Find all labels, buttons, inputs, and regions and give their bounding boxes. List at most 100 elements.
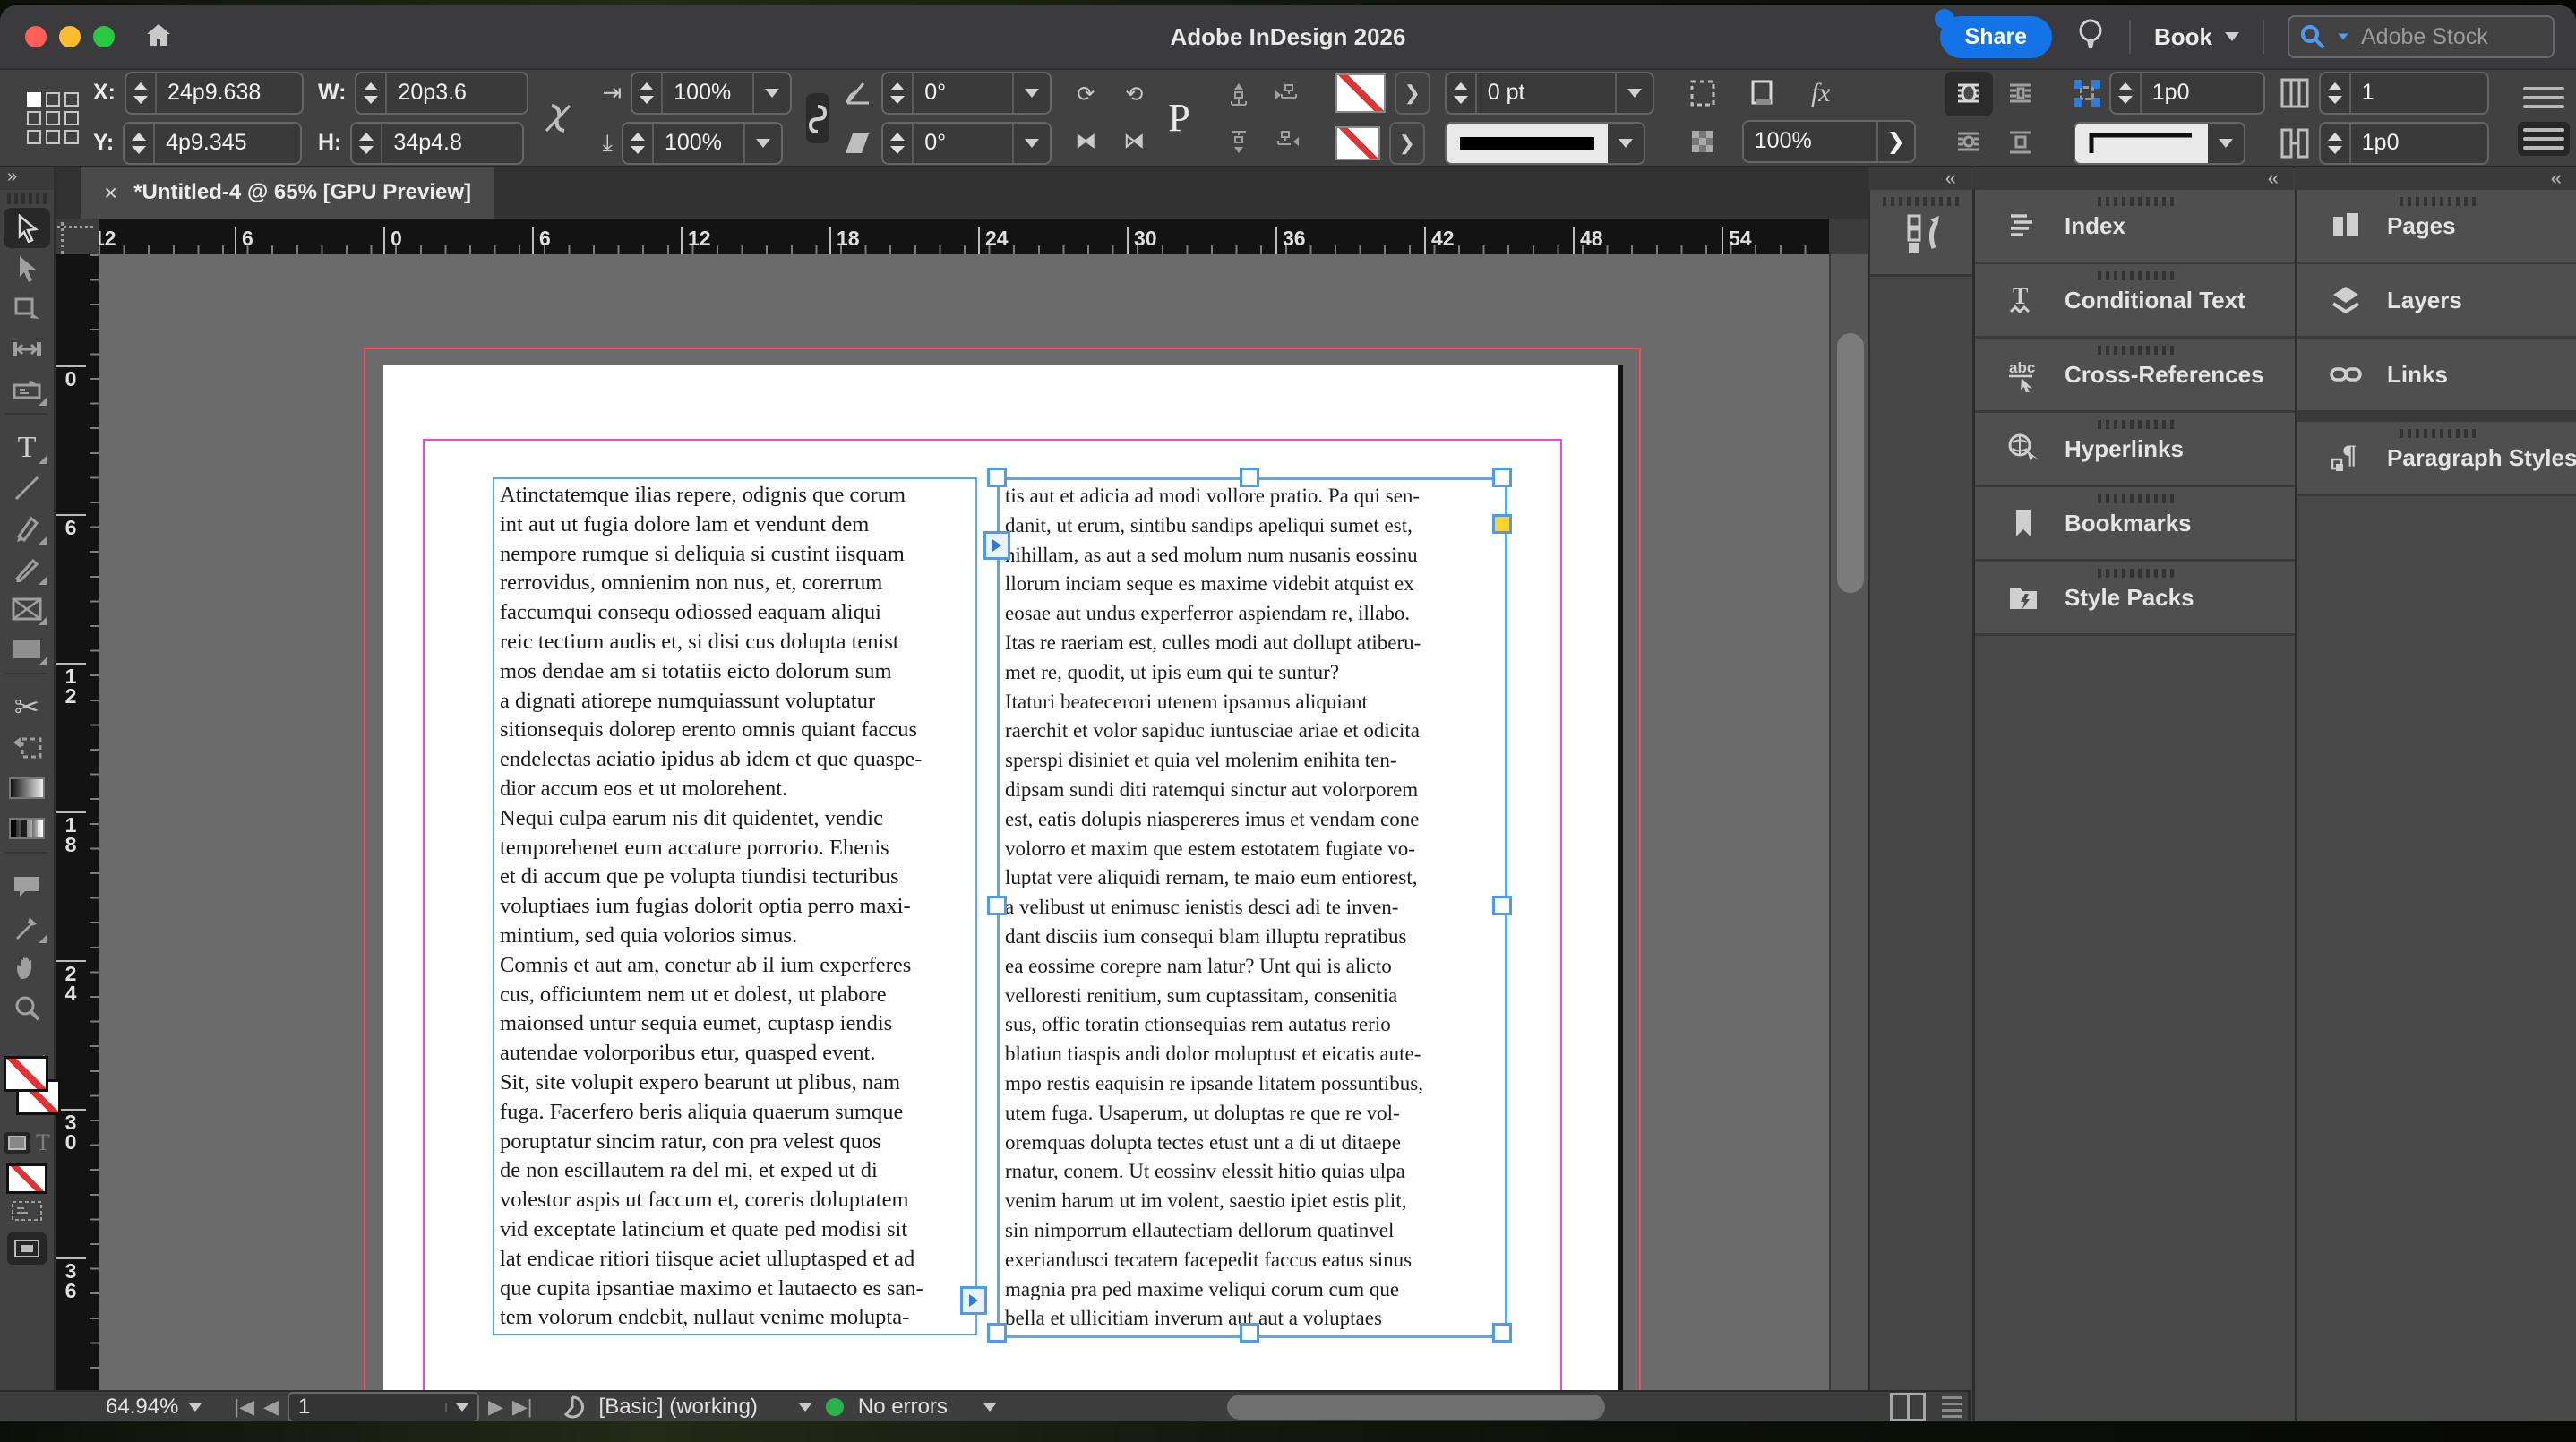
formatting-affects-text-button[interactable]: T — [36, 1129, 50, 1156]
share-button[interactable]: Share — [1934, 8, 2052, 58]
page-number-field[interactable]: 1 — [287, 1392, 479, 1421]
stroke-style-dropdown[interactable] — [1444, 121, 1645, 165]
stroke-swatch-none[interactable] — [1335, 125, 1380, 160]
next-page-button[interactable]: ▶ — [488, 1395, 503, 1419]
w-stepper[interactable] — [356, 73, 388, 113]
pencil-tool[interactable] — [4, 548, 50, 588]
x-position-field[interactable]: 24p9.638 — [125, 71, 304, 115]
stroke-weight-field[interactable]: 0 pt — [1444, 71, 1654, 115]
panel-button-paragraph-styles[interactable]: ¶ Paragraph Styles — [2297, 422, 2576, 496]
no-text-wrap-button[interactable] — [1944, 71, 1993, 116]
panel-button-style-packs[interactable]: Style Packs — [1975, 562, 2297, 636]
drop-shadow-button[interactable] — [1742, 73, 1782, 113]
shear-stepper[interactable] — [883, 123, 914, 163]
corner-radius-field[interactable]: 1p0 — [2108, 71, 2265, 115]
spread-view-icon[interactable] — [1890, 1393, 1926, 1421]
rotation-dropdown[interactable] — [1012, 73, 1050, 113]
select-previous-object-button[interactable] — [1267, 75, 1307, 115]
document-canvas[interactable]: Atinctatemque ilias repere, odignis que … — [99, 254, 1829, 1390]
adobe-stock-search-input[interactable]: Adobe Stock — [2288, 15, 2555, 58]
panel-button-hyperlinks[interactable]: Hyperlinks — [1975, 413, 2297, 487]
eyedropper-tool[interactable] — [4, 906, 50, 947]
close-tab-icon[interactable]: × — [104, 179, 117, 207]
vertical-scrollbar-thumb[interactable] — [1837, 333, 1864, 593]
scale-y-field[interactable]: 100% — [621, 121, 783, 165]
panel-button-cross-references[interactable]: abc Cross-References — [1975, 339, 2297, 413]
flip-vertical-button[interactable]: ⧒ — [1114, 122, 1154, 161]
pen-tool[interactable] — [4, 508, 50, 548]
selection-handle-middle-left[interactable] — [987, 896, 1007, 915]
rotation-angle-field[interactable]: 0° — [881, 71, 1052, 115]
scale-x-dropdown[interactable] — [752, 73, 790, 113]
fill-swatch-none[interactable] — [1335, 73, 1386, 113]
collapsed-panel-button[interactable] — [1870, 190, 1972, 277]
text-frame-in-port[interactable] — [983, 531, 1010, 560]
line-tool[interactable] — [4, 468, 50, 508]
select-container-button[interactable] — [1219, 75, 1258, 115]
rectangle-tool[interactable] — [4, 629, 50, 669]
width-field[interactable]: 20p3.6 — [355, 71, 529, 115]
scale-y-stepper[interactable] — [623, 123, 654, 163]
first-page-button[interactable]: |◀ — [234, 1395, 254, 1419]
stroke-weight-dropdown[interactable] — [1614, 73, 1653, 113]
page-list-dropdown[interactable] — [444, 1403, 477, 1412]
book-dropdown[interactable]: Book — [2154, 23, 2239, 51]
corner-radius-yellow-handle[interactable] — [1492, 514, 1512, 534]
preflight-menu-icon[interactable] — [560, 1395, 585, 1420]
stroke-flyout-button[interactable]: ❯ — [1388, 121, 1425, 165]
scale-y-dropdown[interactable] — [743, 123, 781, 163]
text-frame-column-2-selected[interactable]: tis aut et adicia ad modi vollore pratio… — [997, 477, 1507, 1338]
scale-x-stepper[interactable] — [632, 73, 664, 113]
text-frame-column-1[interactable]: Atinctatemque ilias repere, odignis que … — [493, 477, 977, 1335]
x-stepper[interactable] — [126, 73, 157, 113]
preflight-status-dropdown[interactable]: No errors — [858, 1395, 996, 1420]
horizontal-scrollbar-thumb[interactable] — [1227, 1395, 1605, 1420]
free-transform-tool[interactable] — [4, 727, 50, 768]
panel-button-index[interactable]: Index — [1975, 190, 2297, 264]
panel-button-pages[interactable]: Pages — [2297, 190, 2576, 264]
height-field[interactable]: 34p4.8 — [350, 121, 525, 165]
zoom-tool[interactable] — [4, 987, 50, 1027]
horizontal-ruler[interactable]: 12 6 0 6 12 18 24 30 36 42 48 54 — [99, 219, 1829, 254]
y-position-field[interactable]: 4p9.345 — [123, 121, 303, 165]
selection-handle-top-center[interactable] — [1240, 468, 1259, 487]
text-frame-out-port[interactable] — [960, 1286, 987, 1315]
corner-radius-stepper[interactable] — [2111, 73, 2142, 113]
gap-tool[interactable] — [4, 329, 50, 369]
vertical-ruler[interactable]: 061218243036 — [56, 254, 99, 1390]
document-tab[interactable]: × *Untitled-4 @ 65% [GPU Preview] — [81, 167, 495, 219]
apply-none-button[interactable] — [6, 1163, 47, 1194]
lightbulb-icon[interactable] — [2075, 17, 2106, 57]
corner-shape-dropdown[interactable] — [2073, 121, 2245, 165]
last-page-button[interactable]: ▶| — [512, 1395, 533, 1419]
close-window-button[interactable] — [25, 26, 47, 47]
panel-button-bookmarks[interactable]: Bookmarks — [1975, 487, 2297, 562]
rotation-stepper[interactable] — [883, 73, 914, 113]
ruler-origin-corner[interactable] — [56, 219, 99, 254]
fill-flyout-button[interactable]: ❯ — [1394, 71, 1430, 115]
page-tool[interactable] — [4, 288, 50, 329]
select-next-object-button[interactable] — [1267, 122, 1307, 161]
selection-handle-bottom-center[interactable] — [1240, 1323, 1259, 1343]
panel-button-layers[interactable]: Layers — [2297, 264, 2576, 339]
gutter-field[interactable]: 1p0 — [2318, 121, 2489, 165]
rotate-counterclockwise-button[interactable]: ⟲ — [1114, 75, 1154, 115]
zoom-level-dropdown[interactable]: 64.94% — [106, 1395, 202, 1420]
bullet-list-button[interactable] — [2518, 81, 2570, 115]
gradient-feather-tool[interactable] — [4, 808, 50, 848]
selection-handle-middle-right[interactable] — [1492, 896, 1512, 915]
scissors-tool[interactable]: ✂ — [4, 687, 50, 727]
content-collector-tool[interactable] — [4, 369, 50, 409]
wrap-around-bounding-box-button[interactable] — [1996, 72, 2045, 116]
dock-column2-collapse-button[interactable]: « — [2295, 167, 2576, 190]
columns-stepper[interactable] — [2321, 73, 2351, 113]
flip-horizontal-button[interactable]: ⧓ — [1066, 122, 1105, 161]
wrap-around-object-shape-button[interactable] — [1945, 120, 1993, 165]
fill-proxy-swatch-none[interactable] — [4, 1056, 48, 1092]
shear-angle-field[interactable]: 0° — [881, 121, 1052, 165]
fill-stroke-proxy[interactable]: ⇄ — [4, 1036, 61, 1122]
effects-fx-dropdown[interactable]: fx — [1801, 73, 1841, 113]
note-tool[interactable] — [4, 866, 50, 906]
gutter-stepper[interactable] — [2321, 123, 2351, 163]
selection-handle-top-left[interactable] — [987, 468, 1007, 487]
